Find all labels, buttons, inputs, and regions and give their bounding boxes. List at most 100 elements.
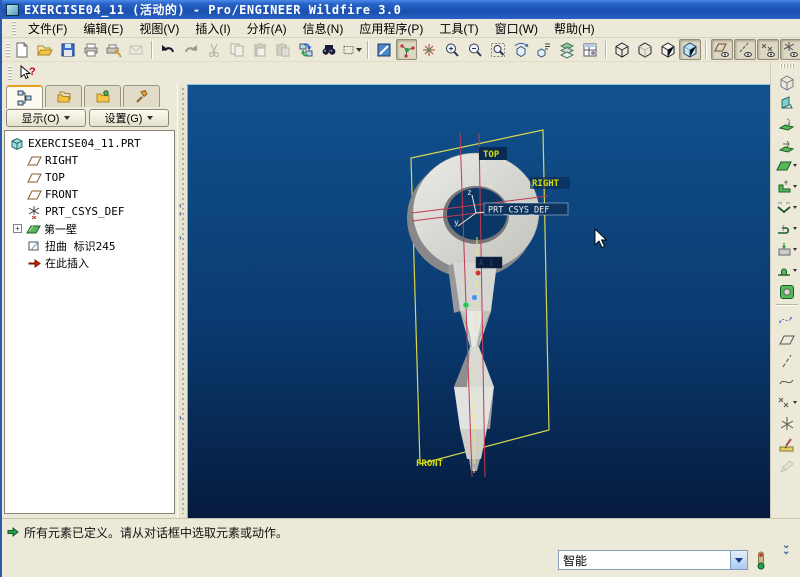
menu-analysis[interactable]: 分析(A) xyxy=(239,18,295,39)
tree-row[interactable]: FRONT xyxy=(5,186,174,203)
tree-row[interactable]: EXERCISE04_11.PRT xyxy=(5,135,174,152)
front-datum-label[interactable]: FRONT xyxy=(416,459,444,469)
datum-point-tool-icon[interactable] xyxy=(773,392,800,413)
menu-file[interactable]: 文件(F) xyxy=(20,18,75,39)
combo-dropdown-button[interactable] xyxy=(730,551,747,569)
toolbar-grip[interactable] xyxy=(6,43,10,57)
menu-window[interactable]: 窗口(W) xyxy=(487,18,546,39)
tree-row[interactable]: PRT_CSYS_DEF xyxy=(5,203,174,220)
flat-pattern-icon[interactable] xyxy=(773,281,800,302)
menu-applications[interactable]: 应用程序(P) xyxy=(351,18,431,39)
drag-handle-green[interactable] xyxy=(463,302,469,308)
model-tree-tab[interactable] xyxy=(6,85,43,108)
repaint-icon[interactable] xyxy=(373,39,395,60)
menu-info[interactable]: 信息(N) xyxy=(295,18,352,39)
datum-point-toggle-icon[interactable] xyxy=(757,39,779,60)
print-setup-icon[interactable] xyxy=(103,39,125,60)
print-icon[interactable] xyxy=(80,39,102,60)
redo-icon[interactable] xyxy=(180,39,202,60)
expand-icon[interactable]: + xyxy=(13,224,22,233)
spin-center-icon[interactable] xyxy=(396,39,418,60)
paste-special-icon[interactable] xyxy=(272,39,294,60)
selection-filter-combo[interactable]: 智能 xyxy=(558,550,748,570)
dropdown-icon[interactable] xyxy=(793,227,797,230)
spline-icon[interactable] xyxy=(773,308,800,329)
dropdown-icon[interactable] xyxy=(793,248,797,251)
toolbar-grip[interactable] xyxy=(8,66,12,80)
find-icon[interactable] xyxy=(318,39,340,60)
flat-wall-2-icon[interactable] xyxy=(773,155,800,176)
tree-row[interactable]: RIGHT xyxy=(5,152,174,169)
show-button[interactable]: 显示(O) xyxy=(6,109,86,127)
hidden-line-icon[interactable] xyxy=(634,39,656,60)
dropdown-icon[interactable] xyxy=(793,185,797,188)
extrude-icon[interactable] xyxy=(773,71,800,92)
top-datum-label[interactable]: TOP xyxy=(483,150,500,160)
csys-tool-icon[interactable] xyxy=(773,413,800,434)
shaft-segment[interactable] xyxy=(453,263,497,311)
reorient-icon[interactable] xyxy=(510,39,532,60)
saved-views-icon[interactable] xyxy=(533,39,555,60)
zoom-out-icon[interactable] xyxy=(464,39,486,60)
datum-axis-tool-icon[interactable] xyxy=(773,350,800,371)
datum-curve-tool-icon[interactable] xyxy=(773,371,800,392)
paste-icon[interactable] xyxy=(249,39,271,60)
wireframe-icon[interactable] xyxy=(611,39,633,60)
orient-mode-icon[interactable] xyxy=(418,39,440,60)
open-icon[interactable] xyxy=(34,39,56,60)
save-icon[interactable] xyxy=(57,39,79,60)
menu-tools[interactable]: 工具(T) xyxy=(431,18,486,39)
dropdown-icon[interactable] xyxy=(793,269,797,272)
layers-icon[interactable] xyxy=(556,39,578,60)
no-hidden-icon[interactable] xyxy=(657,39,679,60)
collapse-left-icon[interactable]: › xyxy=(179,234,182,242)
context-help-icon[interactable]: ? xyxy=(16,63,38,84)
undo-icon[interactable] xyxy=(157,39,179,60)
regenerate-icon[interactable] xyxy=(295,39,317,60)
dropdown-icon[interactable] xyxy=(793,206,797,209)
flat-wall-icon[interactable] xyxy=(773,113,800,134)
shaded-icon[interactable] xyxy=(679,39,701,60)
tree-row[interactable]: + 第一壁 xyxy=(5,220,174,237)
datum-plane-tool-icon[interactable] xyxy=(773,329,800,350)
dropdown-icon[interactable] xyxy=(793,164,797,167)
form-icon[interactable] xyxy=(773,260,800,281)
graphics-viewport[interactable]: z y PRT_CSYS_DEF TOP RIGHT A_1 FRONT xyxy=(188,84,770,518)
pencil-tool-icon[interactable] xyxy=(773,455,800,476)
shaft-segment[interactable] xyxy=(454,387,494,429)
select-box-icon[interactable] xyxy=(341,39,363,60)
menu-insert[interactable]: 插入(I) xyxy=(187,18,238,39)
unbend-icon[interactable] xyxy=(773,197,800,218)
sketch-tool-icon[interactable] xyxy=(773,434,800,455)
folder-browser-tab[interactable] xyxy=(45,85,82,107)
tree-row[interactable]: TOP xyxy=(5,169,174,186)
cut-icon[interactable] xyxy=(203,39,225,60)
right-datum-label[interactable]: RIGHT xyxy=(532,179,560,189)
punch-icon[interactable] xyxy=(773,239,800,260)
menu-view[interactable]: 视图(V) xyxy=(131,18,187,39)
csys-label[interactable]: PRT_CSYS_DEF xyxy=(488,206,549,216)
datum-plane-toggle-icon[interactable] xyxy=(711,39,733,60)
view-manager-icon[interactable] xyxy=(579,39,601,60)
favorites-tab[interactable] xyxy=(84,85,121,107)
datum-axis-toggle-icon[interactable] xyxy=(734,39,756,60)
panel-splitter[interactable]: ‹‹ › › xyxy=(177,84,188,518)
menu-grip[interactable] xyxy=(12,21,16,35)
drag-handle-blue[interactable] xyxy=(472,295,477,300)
collapse-left-icon[interactable]: ‹‹ xyxy=(179,202,182,218)
collapse-right-icon[interactable]: › xyxy=(179,414,182,422)
twist-axis-label[interactable]: A_1 xyxy=(479,259,494,268)
refit-icon[interactable] xyxy=(487,39,509,60)
toolbar-grip[interactable] xyxy=(780,64,794,68)
drag-handle-red[interactable] xyxy=(476,271,481,276)
menu-edit[interactable]: 编辑(E) xyxy=(75,18,131,39)
wall-icon[interactable] xyxy=(773,92,800,113)
zoom-in-icon[interactable] xyxy=(441,39,463,60)
send-mail-icon[interactable] xyxy=(126,39,148,60)
datum-csys-toggle-icon[interactable] xyxy=(780,39,800,60)
connections-tab[interactable] xyxy=(123,85,160,107)
settings-button[interactable]: 设置(G) xyxy=(89,109,169,127)
toolbar-overflow-icon[interactable]: ⌄⌄ xyxy=(782,543,790,555)
new-file-icon[interactable] xyxy=(11,39,33,60)
bend-back-icon[interactable] xyxy=(773,218,800,239)
